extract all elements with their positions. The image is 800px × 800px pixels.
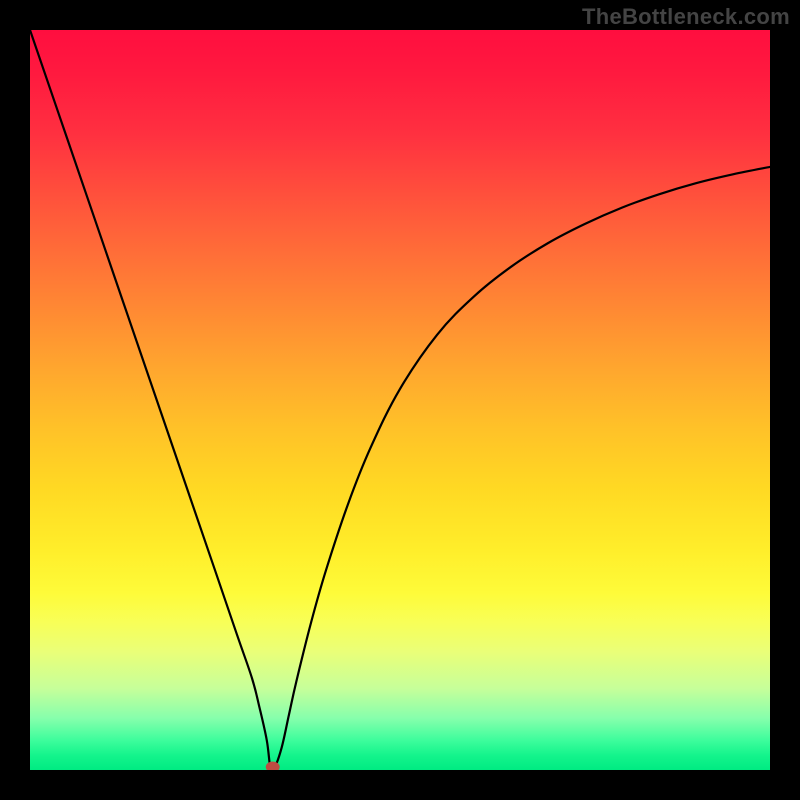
chart-svg [30,30,770,770]
watermark-text: TheBottleneck.com [582,4,790,30]
bottleneck-curve [30,30,770,770]
chart-plot-area [30,30,770,770]
